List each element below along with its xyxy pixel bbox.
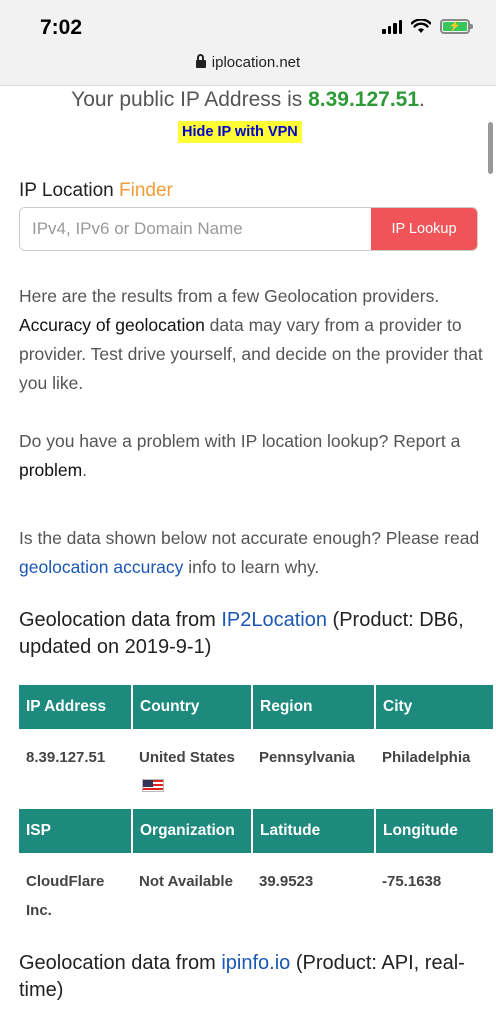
table-header-row: ISP Organization Latitude Longitude [19, 809, 493, 853]
header-organization: Organization [132, 809, 253, 853]
provider2-text-1: Geolocation data from [19, 952, 222, 974]
header-longitude: Longitude [375, 809, 493, 853]
cell-longitude: -75.1638 [382, 873, 442, 890]
ipinfo-link[interactable]: ipinfo.io [221, 952, 290, 974]
status-bar: 7:02 ⚡ [0, 0, 496, 52]
problem-paragraph: Do you have a problem with IP location l… [19, 427, 484, 485]
cell-region: Pennsylvania [259, 749, 355, 766]
public-ip-line: Your public IP Address is 8.39.127.51. [0, 88, 496, 112]
cell-ip-address: 8.39.127.51 [26, 749, 106, 766]
header-latitude: Latitude [252, 809, 376, 853]
accuracy-paragraph: Is the data shown below not accurate eno… [19, 524, 484, 582]
ip-search-form: IP Lookup [19, 207, 478, 251]
finder-title-accent: Finder [119, 180, 173, 201]
accuracy-highlight: Accuracy of geolocation [19, 315, 205, 335]
ip2location-link[interactable]: IP2Location [221, 609, 327, 631]
header-ip-address: IP Address [19, 685, 133, 729]
cell-city: Philadelphia [382, 749, 471, 766]
ip-prefix: Your public IP Address is [71, 88, 309, 111]
table-row: CloudFlare Inc. Not Available 39.9523 -7… [19, 853, 493, 933]
us-flag-icon [142, 779, 164, 792]
cell-isp: CloudFlare Inc. [26, 873, 105, 919]
battery-level: ⚡ [443, 21, 467, 31]
cell-organization: Not Available [139, 873, 233, 890]
country-name: United States [139, 749, 235, 766]
intro-paragraph: Here are the results from a few Geolocat… [19, 282, 484, 398]
status-time: 7:02 [40, 16, 83, 39]
provider-heading-ipinfo: Geolocation data from ipinfo.io (Product… [19, 950, 484, 1004]
finder-title-main: IP Location [19, 180, 120, 201]
public-ip-value: 8.39.127.51 [308, 88, 420, 111]
table-row: 8.39.127.51 United States Pennsylvania P… [19, 729, 493, 809]
provider1-text-1: Geolocation data from [19, 609, 222, 631]
status-icons: ⚡ [382, 19, 473, 34]
geolocation-accuracy-link[interactable]: geolocation accuracy [19, 557, 183, 577]
header-region: Region [252, 685, 376, 729]
problem-text-1: Do you have a problem with IP location l… [19, 431, 461, 451]
provider-heading-ip2location: Geolocation data from IP2Location (Produ… [19, 607, 484, 661]
header-country: Country [132, 685, 253, 729]
wifi-icon [411, 19, 431, 33]
accuracy-text-1: Is the data shown below not accurate eno… [19, 528, 480, 548]
problem-link[interactable]: problem [19, 460, 82, 480]
hide-ip-vpn-link[interactable]: Hide IP with VPN [178, 121, 302, 143]
cellular-signal-icon [382, 19, 402, 34]
address-bar[interactable]: iplocation.net [0, 52, 496, 86]
url-text: iplocation.net [211, 54, 301, 71]
problem-text-2: . [82, 460, 88, 480]
scrollbar[interactable] [488, 122, 493, 174]
finder-title: IP Location Finder [19, 180, 173, 202]
ip-suffix: . [419, 88, 425, 111]
header-city: City [375, 685, 493, 729]
accuracy-text-2: info to learn why. [183, 557, 320, 577]
ip-lookup-button[interactable]: IP Lookup [371, 208, 477, 250]
cell-latitude: 39.9523 [259, 873, 314, 890]
cell-country: United States [132, 729, 252, 809]
intro-text-1: Here are the results from a few Geolocat… [19, 286, 440, 306]
battery-icon: ⚡ [440, 19, 473, 34]
ip-search-input[interactable] [20, 208, 371, 250]
lock-icon [195, 54, 206, 68]
geolocation-table: IP Address Country Region City 8.39.127.… [19, 685, 493, 933]
table-header-row: IP Address Country Region City [19, 685, 493, 729]
header-isp: ISP [19, 809, 133, 853]
